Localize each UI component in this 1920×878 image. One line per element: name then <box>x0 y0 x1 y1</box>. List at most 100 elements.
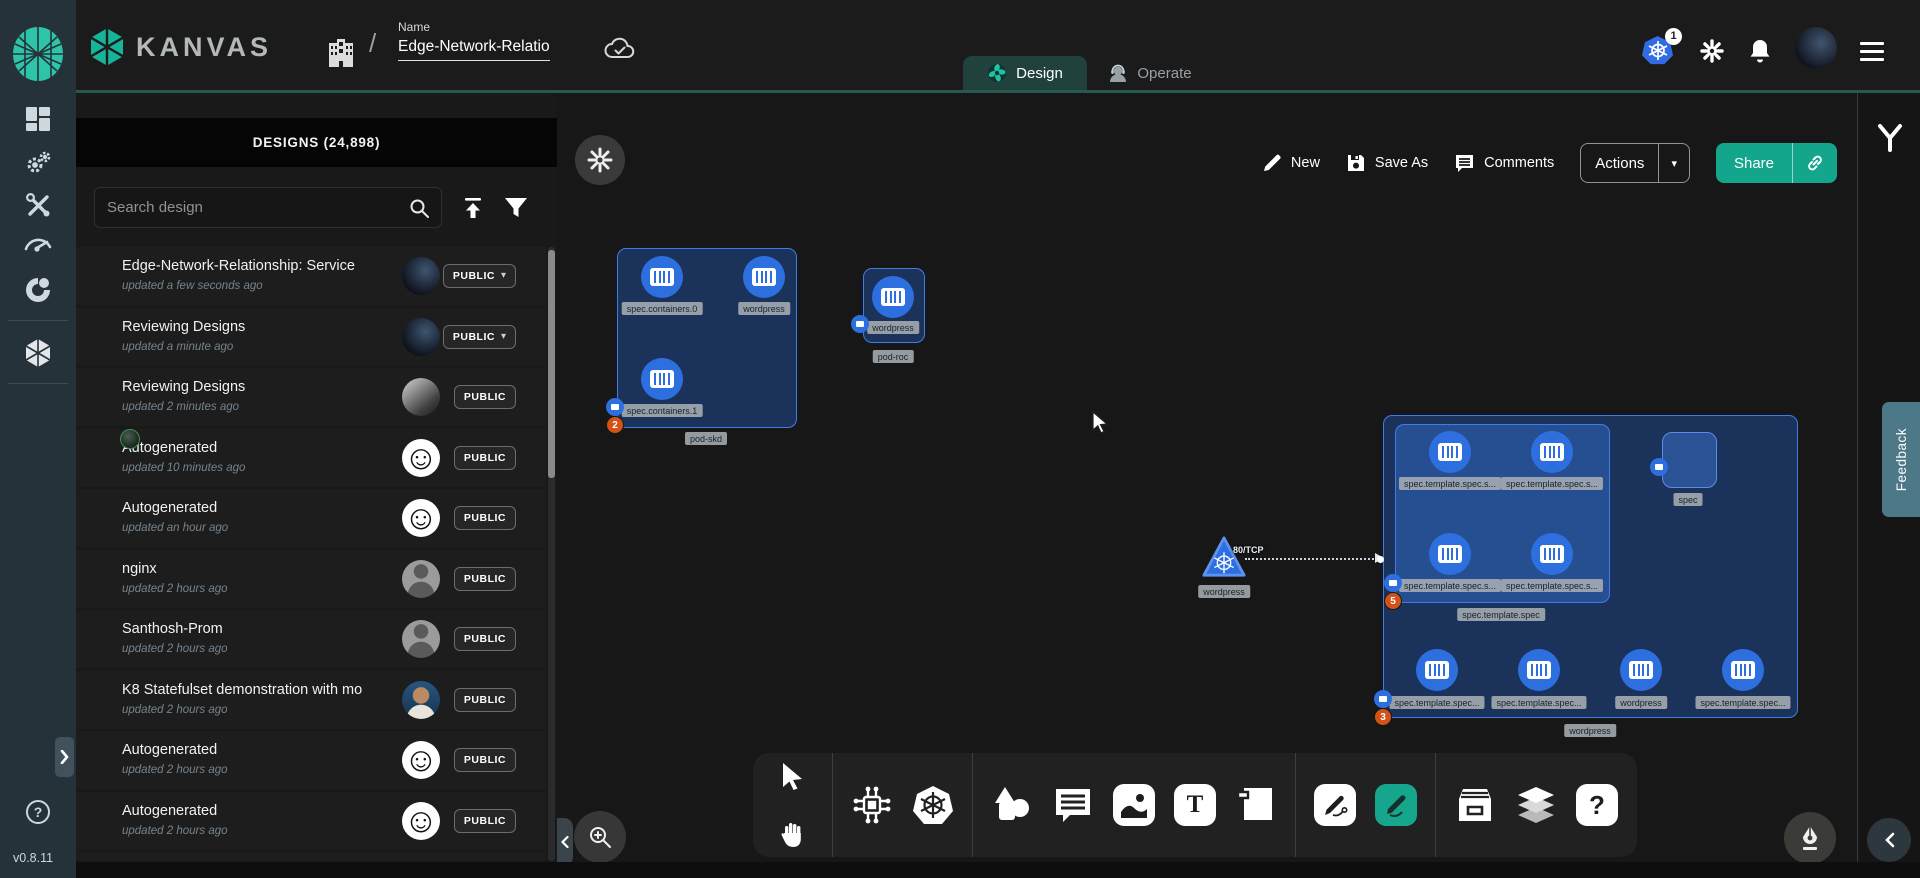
network-edge[interactable] <box>1245 558 1377 560</box>
share-split-button[interactable]: Share <box>1716 143 1837 183</box>
visibility-badge[interactable]: PUBLIC ▾ <box>454 385 516 409</box>
filter-icon[interactable] <box>504 197 528 219</box>
meshery-snowflake-button[interactable] <box>575 135 625 185</box>
design-list-item[interactable]: Autogenerated updated an hour ago PUBLIC… <box>76 489 546 547</box>
visibility-badge[interactable]: PUBLIC ▾ <box>454 688 516 712</box>
visibility-badge[interactable]: PUBLIC ▾ <box>443 325 516 349</box>
select-tool-button[interactable] <box>771 754 815 798</box>
copy-link-icon[interactable] <box>1793 153 1837 173</box>
visibility-badge[interactable]: PUBLIC ▾ <box>454 446 516 470</box>
sidebar-item-dashboard[interactable] <box>0 106 76 132</box>
right-rail-collapse-button[interactable] <box>1867 818 1911 862</box>
dock-help-button[interactable]: ? <box>1575 783 1619 827</box>
sidebar-item-kanvas-mesh[interactable] <box>0 276 76 304</box>
text-tool-button[interactable]: T <box>1173 783 1217 827</box>
k8s-context-switcher[interactable]: 1 <box>1642 35 1676 67</box>
node-service-wordpress[interactable] <box>1201 535 1247 579</box>
layers-tool-button[interactable] <box>1514 783 1558 827</box>
upload-design-icon[interactable] <box>461 196 485 220</box>
sidebar-expand-chevron[interactable] <box>55 737 74 777</box>
save-as-button[interactable]: Save As <box>1346 153 1428 173</box>
visibility-badge[interactable]: PUBLIC ▾ <box>454 748 516 772</box>
designs-scrollbar-thumb[interactable] <box>548 250 555 478</box>
node-container-wordpress[interactable] <box>743 256 785 298</box>
freehand-draw-tool-button-active[interactable] <box>1374 783 1418 827</box>
user-avatar[interactable] <box>1795 27 1837 69</box>
settings-button[interactable] <box>1699 38 1725 64</box>
node-container-spec-containers-0[interactable] <box>641 256 683 298</box>
comments-button[interactable]: Comments <box>1454 153 1554 173</box>
design-list-item[interactable]: Autogenerated updated 2 hours ago PUBLIC… <box>76 731 546 789</box>
actions-split-button[interactable]: Actions ▾ <box>1580 143 1690 183</box>
visibility-badge[interactable]: PUBLIC ▾ <box>454 567 516 591</box>
design-list-item[interactable]: Edge-Network-Relationship: Service updat… <box>76 247 546 305</box>
pen-mode-button[interactable] <box>1784 812 1836 864</box>
node-container[interactable] <box>1531 533 1573 575</box>
node-container[interactable] <box>1518 649 1560 691</box>
sidebar-divider <box>8 383 68 384</box>
design-list-item[interactable]: Autogenerated updated 2 hours ago PUBLIC… <box>76 792 546 850</box>
node-container[interactable] <box>1416 649 1458 691</box>
pan-tool-button[interactable] <box>771 812 815 856</box>
design-list-item[interactable]: Reviewing Designs updated a minute ago P… <box>76 308 546 366</box>
search-icon[interactable] <box>409 198 430 219</box>
chevron-right-icon <box>60 750 69 764</box>
error-count-badge[interactable]: 2 <box>606 416 624 434</box>
node-container[interactable] <box>1429 431 1471 473</box>
drawer-tool-button[interactable] <box>1453 783 1497 827</box>
search-input[interactable] <box>95 188 395 227</box>
design-list-item[interactable]: Santhosh-Prom updated 2 hours ago PUBLIC… <box>76 610 546 668</box>
visibility-badge[interactable]: PUBLIC ▾ <box>454 809 516 833</box>
brand[interactable]: KANVAS <box>88 27 272 67</box>
design-updated: updated 2 hours ago <box>122 704 228 716</box>
node-container-spec-containers-1[interactable] <box>641 358 683 400</box>
design-list-item[interactable]: Reviewing Designs updated 2 minutes ago … <box>76 368 546 426</box>
menu-button[interactable] <box>1860 42 1884 61</box>
tab-operate[interactable]: Operate <box>1087 56 1213 90</box>
notifications-button[interactable] <box>1748 38 1772 64</box>
design-list-item[interactable]: nginx updated 2 hours ago PUBLIC ▾ <box>76 550 546 608</box>
design-name-input[interactable] <box>398 38 550 61</box>
design-list-item[interactable]: Autogenerated updated 10 minutes ago PUB… <box>76 429 546 487</box>
new-button[interactable]: New <box>1262 153 1320 173</box>
design-canvas[interactable]: New Save As Comments <box>557 93 1857 878</box>
dock-divider <box>832 753 833 857</box>
kubernetes-tool-button[interactable] <box>911 783 955 827</box>
sidebar-item-lifecycle[interactable] <box>0 149 76 177</box>
sidebar-item-configuration[interactable] <box>0 192 76 219</box>
organization-icon[interactable] <box>326 37 356 69</box>
image-tool-button[interactable] <box>1112 783 1156 827</box>
whiteboard-tool-button[interactable] <box>1234 783 1278 827</box>
edge-tool-button[interactable] <box>1313 783 1357 827</box>
error-count-badge[interactable]: 3 <box>1374 708 1392 726</box>
design-list-item-partial[interactable] <box>76 852 546 861</box>
validate-y-icon[interactable] <box>1876 123 1904 153</box>
sidebar-item-extensions[interactable] <box>0 338 76 368</box>
kanvas-oval-logo-icon[interactable] <box>11 26 65 82</box>
shapes-tool-button[interactable] <box>990 783 1034 827</box>
design-list-item[interactable]: K8 Statefulset demonstration with mo upd… <box>76 671 546 729</box>
visibility-badge[interactable]: PUBLIC ▾ <box>454 506 516 530</box>
visibility-badge[interactable]: PUBLIC ▾ <box>454 627 516 651</box>
feedback-label: Feedback <box>1894 428 1909 491</box>
components-tool-button[interactable] <box>850 783 894 827</box>
node-container[interactable] <box>1620 649 1662 691</box>
node-container[interactable] <box>1429 533 1471 575</box>
node-container[interactable] <box>1722 649 1764 691</box>
save-as-label: Save As <box>1375 155 1428 171</box>
feedback-tab[interactable]: Feedback <box>1882 402 1920 517</box>
error-count-badge[interactable]: 5 <box>1384 592 1402 610</box>
comment-tool-button[interactable] <box>1051 783 1095 827</box>
visibility-badge[interactable]: PUBLIC ▾ <box>443 264 516 288</box>
tab-design[interactable]: Design <box>963 56 1087 90</box>
node-label: spec.containers.0 <box>622 302 703 315</box>
zoom-in-button[interactable] <box>574 811 626 863</box>
node-container-wordpress[interactable] <box>872 276 914 318</box>
node-container[interactable] <box>1531 431 1573 473</box>
node-group-spec[interactable] <box>1662 432 1717 488</box>
node-group-spec-template-spec[interactable] <box>1395 424 1610 603</box>
sidebar-item-performance[interactable] <box>0 233 76 255</box>
help-button[interactable]: ? <box>26 800 50 824</box>
canvas-left-collapse-button[interactable] <box>557 818 573 866</box>
caret-down-icon[interactable]: ▾ <box>1659 157 1689 170</box>
